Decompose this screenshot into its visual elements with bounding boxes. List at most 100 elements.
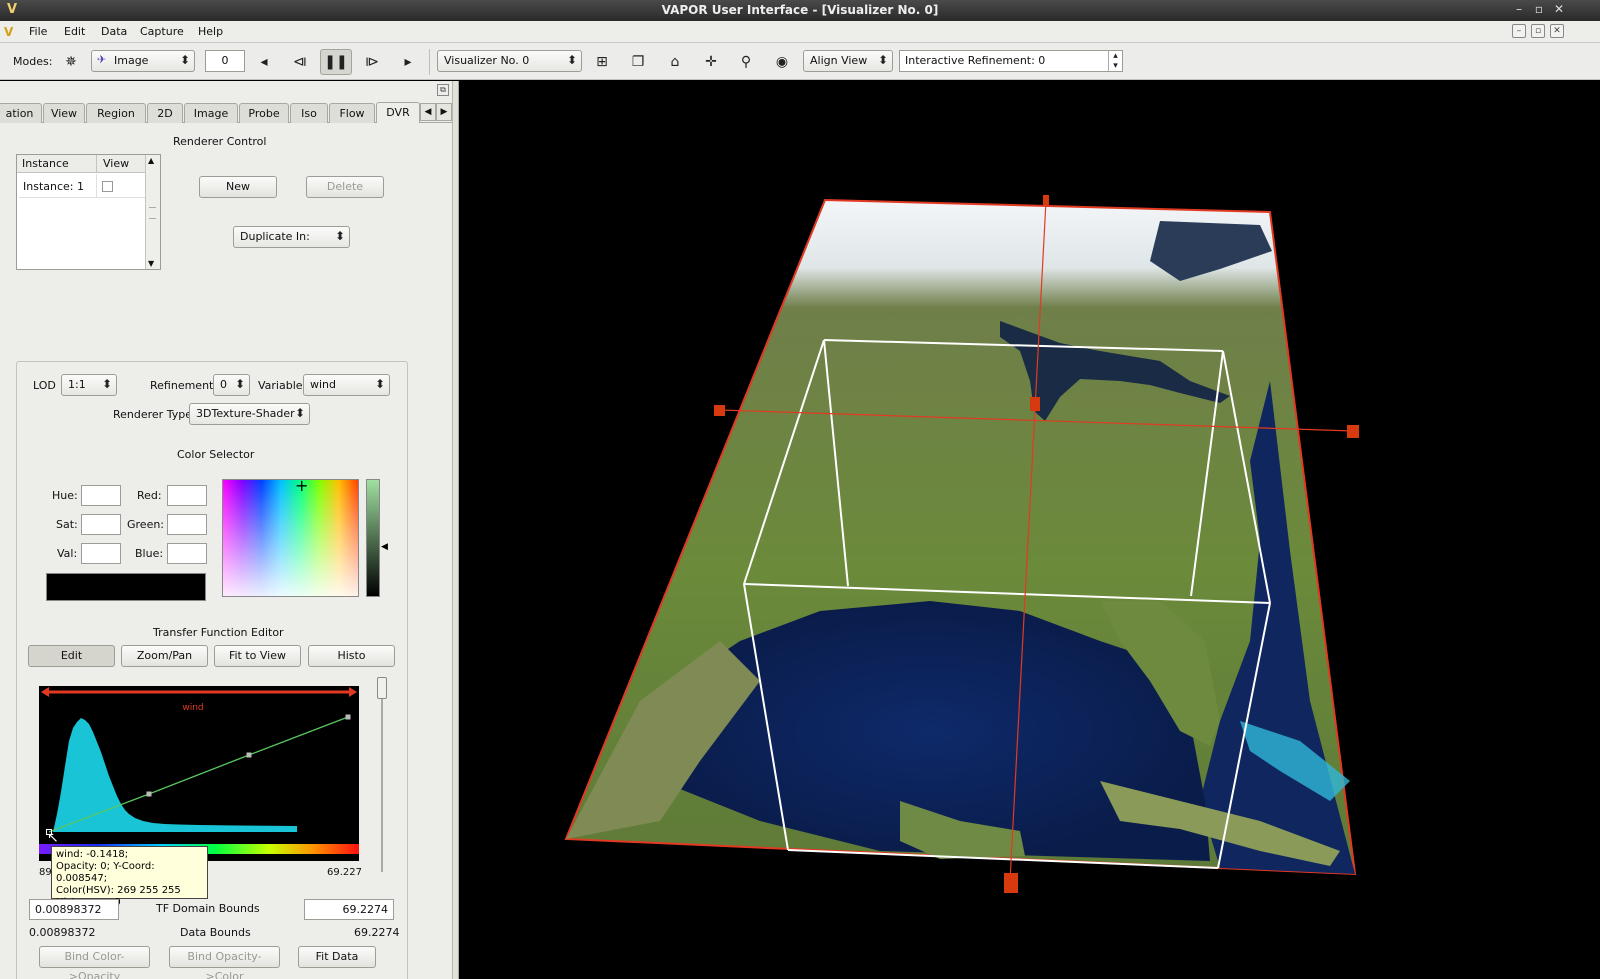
menu-help[interactable]: Help — [198, 25, 223, 38]
mdi-minimize-icon[interactable]: – — [1512, 24, 1526, 38]
renderer-type-select[interactable]: 3DTexture-Shader — [189, 403, 310, 425]
tf-vertical-slider[interactable] — [377, 677, 387, 872]
timestep-input[interactable]: 0 — [205, 50, 245, 72]
step-back-icon[interactable]: ◂ — [251, 49, 277, 75]
value-marker-icon: ◀ — [381, 542, 388, 552]
hue-label: Hue: — [52, 489, 78, 502]
tab-dvr[interactable]: DVR — [376, 102, 420, 123]
go-to-start-icon[interactable]: ⧏ — [287, 49, 313, 75]
view-checkbox[interactable] — [102, 181, 113, 192]
minimize-icon[interactable]: – — [1511, 2, 1527, 16]
title-bar: V VAPOR User Interface - [Visualizer No.… — [0, 0, 1600, 21]
go-to-end-icon[interactable]: ⧐ — [359, 49, 385, 75]
menu-file[interactable]: File — [29, 25, 47, 38]
renderer-control-title: Renderer Control — [173, 135, 267, 148]
tf-left-tick: 89 — [39, 867, 52, 878]
tf-domain-bounds-label: TF Domain Bounds — [156, 902, 260, 915]
sat-input[interactable] — [81, 514, 121, 535]
center-view-icon[interactable]: ✛ — [698, 49, 724, 75]
tab-scroll-right-icon[interactable]: ▶ — [436, 103, 452, 121]
mode-select[interactable]: ✈ Image — [91, 50, 195, 72]
tile-windows-icon[interactable]: ⊞ — [589, 49, 615, 75]
close-icon[interactable]: ✕ — [1551, 2, 1567, 16]
scroll-down-icon[interactable]: ▼ — [148, 259, 154, 268]
domain-right-handle-icon — [349, 687, 357, 697]
red-input[interactable] — [167, 485, 207, 506]
menu-data[interactable]: Data — [101, 25, 127, 38]
visualizer-select[interactable]: Visualizer No. 0 — [437, 50, 582, 72]
tab-bar: ation View Region 2D Image Probe Iso Flo… — [0, 102, 452, 123]
tab-probe[interactable]: Probe — [239, 103, 289, 123]
mdi-restore-icon[interactable]: ▫ — [1531, 24, 1545, 38]
play-icon[interactable]: ▸ — [395, 49, 421, 75]
toolbar: Modes: ✵ ✈ Image 0 ◂ ⧏ ❚❚ ⧐ ▸ Visualizer… — [0, 43, 1600, 80]
tab-region[interactable]: Region — [86, 103, 146, 123]
fit-to-view-button[interactable]: Fit to View — [214, 645, 301, 667]
zoom-icon[interactable]: ⚲ — [733, 49, 759, 75]
tf-domain-max-input[interactable]: 69.2274 — [304, 899, 394, 920]
variable-select[interactable]: wind — [303, 374, 390, 396]
scroll-up-icon[interactable]: ▲ — [148, 156, 154, 165]
tab-iso[interactable]: Iso — [290, 103, 328, 123]
hue-input[interactable] — [81, 485, 121, 506]
toolbar-separator — [429, 49, 430, 75]
new-button[interactable]: New — [199, 176, 277, 198]
menu-capture[interactable]: Capture — [140, 25, 184, 38]
visualizer-viewport[interactable] — [460, 81, 1600, 979]
mdi-close-icon[interactable]: ✕ — [1550, 24, 1564, 38]
axis-handle-bottom — [1004, 873, 1018, 893]
fit-data-button[interactable]: Fit Data — [298, 946, 376, 968]
interactive-refinement-spinbox[interactable]: Interactive Refinement: 0 ▴ ▾ — [899, 50, 1123, 72]
tab-scroll-left-icon[interactable]: ◀ — [420, 103, 436, 121]
hue-saturation-picker[interactable]: + — [222, 476, 359, 597]
zoom-pan-button[interactable]: Zoom/Pan — [121, 645, 208, 667]
tab-animation[interactable]: ation — [0, 103, 42, 123]
pause-icon[interactable]: ❚❚ — [320, 49, 352, 75]
control-point — [345, 714, 351, 720]
tooltip-line: Opacity: 0; Y-Coord: 0.008547; — [56, 861, 155, 884]
tab-2d[interactable]: 2D — [147, 103, 183, 123]
delete-button[interactable]: Delete — [306, 176, 384, 198]
navigation-mode-icon[interactable]: ✵ — [58, 49, 84, 75]
panel-splitter[interactable] — [453, 81, 459, 979]
maximize-icon[interactable]: ▫ — [1531, 2, 1547, 16]
instance-table-scrollbar[interactable]: ▲ ▼ — [145, 155, 160, 269]
home-icon[interactable]: ⌂ — [662, 49, 688, 75]
align-view-select[interactable]: Align View — [803, 50, 893, 72]
edit-button[interactable]: Edit — [28, 645, 115, 667]
crosshair-icon: + — [295, 476, 309, 495]
histo-button[interactable]: Histo — [308, 645, 395, 667]
slider-handle[interactable] — [377, 677, 387, 699]
refinement-select[interactable]: 0 — [213, 374, 250, 396]
data-max-value: 69.2274 — [354, 926, 400, 939]
data-min-value: 0.00898372 — [29, 926, 96, 939]
red-label: Red: — [137, 489, 162, 502]
data-bounds-label: Data Bounds — [180, 926, 251, 939]
bind-opacity-color-button[interactable]: Bind Opacity->Color — [169, 946, 280, 979]
cascade-windows-icon[interactable]: ❐ — [625, 49, 651, 75]
bind-color-opacity-button[interactable]: Bind Color->Opacity — [39, 946, 150, 979]
transfer-function-canvas[interactable]: wind — [39, 686, 359, 861]
tab-view[interactable]: View — [43, 103, 85, 123]
tf-tooltip: wind: -0.1418; Opacity: 0; Y-Coord: 0.00… — [51, 846, 208, 908]
lod-select[interactable]: 1:1 — [61, 374, 117, 396]
tab-flow[interactable]: Flow — [329, 103, 375, 123]
spin-arrows-icon[interactable]: ▴ ▾ — [1108, 51, 1122, 71]
tooltip-line: wind: -0.1418; — [56, 849, 129, 860]
instance-column-header: Instance — [22, 157, 69, 170]
tab-image[interactable]: Image — [184, 103, 238, 123]
val-input[interactable] — [81, 543, 121, 564]
tf-domain-min-input[interactable]: 0.00898372 — [29, 899, 119, 920]
green-input[interactable] — [167, 514, 207, 535]
table-row[interactable]: Instance: 1 — [19, 174, 145, 198]
blue-label: Blue: — [135, 547, 164, 560]
axis-handle-right — [1347, 425, 1359, 438]
blue-input[interactable] — [167, 543, 207, 564]
menu-edit[interactable]: Edit — [64, 25, 85, 38]
eye-icon[interactable]: ◉ — [769, 49, 795, 75]
duplicate-in-select[interactable]: Duplicate In: — [233, 226, 350, 248]
window-title: VAPOR User Interface - [Visualizer No. 0… — [661, 3, 939, 17]
undock-icon[interactable]: ⧉ — [437, 84, 449, 96]
color-swatch — [46, 573, 206, 601]
value-slider[interactable]: ◀ — [366, 479, 388, 597]
